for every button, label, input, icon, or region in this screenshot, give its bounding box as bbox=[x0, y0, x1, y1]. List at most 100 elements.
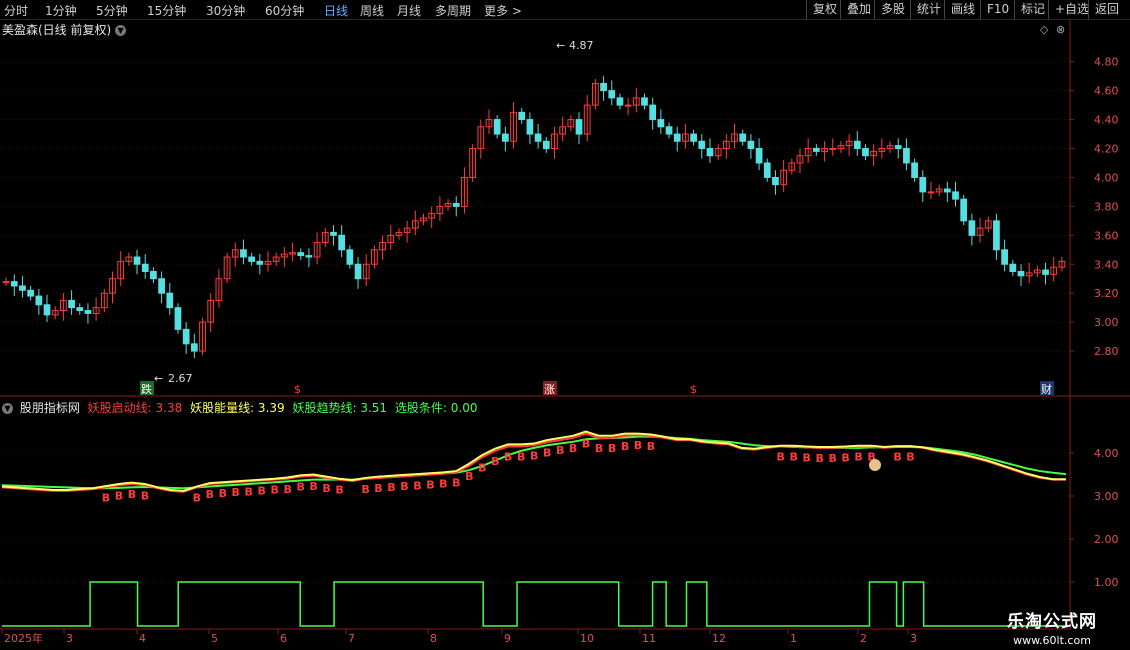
candle-body bbox=[673, 133, 681, 142]
buy-signal-marker: B bbox=[595, 442, 603, 455]
watermark-title: 乐淘公式网 bbox=[1007, 612, 1097, 632]
time-tick-label: 1 bbox=[790, 632, 797, 645]
watermark-url: www.60lt.com bbox=[1013, 634, 1091, 647]
time-tick-label: 12 bbox=[712, 632, 726, 645]
candle-body bbox=[641, 97, 648, 106]
time-tick-label: 2 bbox=[860, 632, 867, 645]
diamond-icon[interactable]: ◇ bbox=[1040, 23, 1049, 36]
candle-body bbox=[747, 140, 755, 150]
price-tick-label: 3.60 bbox=[1094, 229, 1119, 242]
high-arrow-icon: ← bbox=[556, 39, 565, 52]
buy-signal-marker: B bbox=[102, 491, 110, 504]
time-tick-label: 7 bbox=[348, 632, 355, 645]
low-price-annotation: 2.67 bbox=[168, 372, 193, 385]
candle-body bbox=[575, 119, 583, 135]
buy-signal-marker: B bbox=[478, 461, 486, 474]
candle-body bbox=[240, 249, 247, 258]
time-tick-label: 3 bbox=[910, 632, 917, 645]
price-tick-label: 4.60 bbox=[1094, 85, 1119, 98]
candle-body bbox=[755, 148, 763, 164]
buy-signal-marker: B bbox=[556, 444, 564, 457]
candle-body bbox=[452, 202, 460, 207]
candle-body bbox=[616, 97, 624, 106]
indicator-tick-label: 4.00 bbox=[1094, 447, 1119, 460]
candle-body bbox=[919, 176, 927, 193]
low-arrow-icon: ← bbox=[154, 372, 163, 385]
dollar-marker-1[interactable]: $ bbox=[294, 383, 301, 396]
buy-signal-marker: B bbox=[270, 484, 278, 497]
candle-body bbox=[813, 148, 820, 152]
price-tick-label: 3.40 bbox=[1094, 258, 1119, 271]
dollar-marker-2[interactable]: $ bbox=[690, 383, 697, 396]
buy-signal-marker: B bbox=[309, 480, 317, 493]
candle-body bbox=[1017, 270, 1025, 277]
candle-body bbox=[330, 231, 337, 236]
candle-body bbox=[862, 148, 869, 157]
buy-signal-marker: B bbox=[647, 440, 655, 453]
candle-body bbox=[518, 111, 526, 121]
buy-signal-marker: B bbox=[361, 483, 369, 496]
candle-body bbox=[968, 220, 976, 236]
buy-signal-marker: B bbox=[841, 451, 849, 464]
buy-signal-marker: B bbox=[283, 483, 291, 496]
buy-signal-marker: B bbox=[582, 438, 590, 451]
buy-signal-marker: B bbox=[128, 488, 136, 501]
candle-body bbox=[354, 263, 362, 280]
candle-body bbox=[84, 310, 92, 314]
buy-signal-marker: B bbox=[413, 479, 421, 492]
price-tick-label: 4.00 bbox=[1094, 171, 1119, 184]
buy-signal-marker: B bbox=[777, 451, 785, 464]
candle-body bbox=[698, 140, 706, 150]
buy-signal-marker: B bbox=[374, 482, 382, 495]
candle-body bbox=[853, 140, 861, 150]
buy-signal-marker: B bbox=[115, 489, 123, 502]
buy-signal-marker: B bbox=[400, 480, 408, 493]
buy-signal-marker: B bbox=[893, 451, 901, 464]
time-tick-label: 9 bbox=[504, 632, 511, 645]
candle-body bbox=[706, 148, 714, 157]
candle-body bbox=[952, 191, 959, 200]
buy-signal-marker: B bbox=[206, 488, 214, 501]
candle-body bbox=[141, 263, 149, 272]
buy-signal-marker: B bbox=[219, 487, 227, 500]
time-tick-label: 6 bbox=[280, 632, 287, 645]
candle-body bbox=[174, 307, 182, 330]
candle-body bbox=[829, 148, 837, 151]
candle-body bbox=[346, 249, 354, 265]
close-icon[interactable]: ⊗ bbox=[1056, 23, 1065, 36]
candle-body bbox=[739, 133, 747, 142]
indicator-tick-label: 1.00 bbox=[1094, 576, 1119, 589]
candle-body bbox=[526, 119, 534, 135]
buy-signal-marker: B bbox=[439, 478, 447, 491]
buy-signal-marker: B bbox=[608, 442, 616, 455]
rise-marker[interactable]: 涨 bbox=[544, 383, 555, 396]
stock-chart[interactable]: B B B B B B B B B B B B B B B B B B B B B B B B BB B B B B B B B B B B B B BB… bbox=[0, 0, 1130, 650]
candle-body bbox=[763, 162, 771, 178]
time-tick-label: 2025年 bbox=[4, 631, 43, 645]
candle-body bbox=[76, 307, 84, 312]
buy-signal-marker: B bbox=[906, 451, 914, 464]
buy-signal-marker: B bbox=[296, 481, 304, 494]
candle-body bbox=[248, 256, 255, 262]
buy-signal-marker: B bbox=[426, 479, 434, 492]
indicator-tick-label: 2.00 bbox=[1094, 533, 1119, 546]
candle-body bbox=[501, 133, 509, 142]
fall-marker[interactable]: 跌 bbox=[141, 382, 152, 396]
buy-signal-marker: B bbox=[335, 484, 343, 497]
time-tick-label: 11 bbox=[642, 632, 656, 645]
money-bag-icon bbox=[869, 459, 881, 471]
time-tick-label: 4 bbox=[139, 632, 146, 645]
candle-body bbox=[182, 328, 190, 345]
finance-marker[interactable]: 财 bbox=[1041, 382, 1052, 396]
high-price-annotation: 4.87 bbox=[569, 39, 594, 52]
price-tick-label: 4.20 bbox=[1094, 143, 1119, 156]
time-tick-label: 10 bbox=[580, 632, 594, 645]
buy-signal-marker: B bbox=[141, 489, 149, 502]
candle-body bbox=[649, 104, 657, 121]
candle-body bbox=[2, 281, 10, 284]
candle-body bbox=[911, 162, 918, 178]
candle-body bbox=[772, 176, 779, 186]
buy-signal-marker: B bbox=[258, 485, 266, 498]
candle-body bbox=[993, 220, 1000, 251]
candle-body bbox=[894, 145, 902, 150]
